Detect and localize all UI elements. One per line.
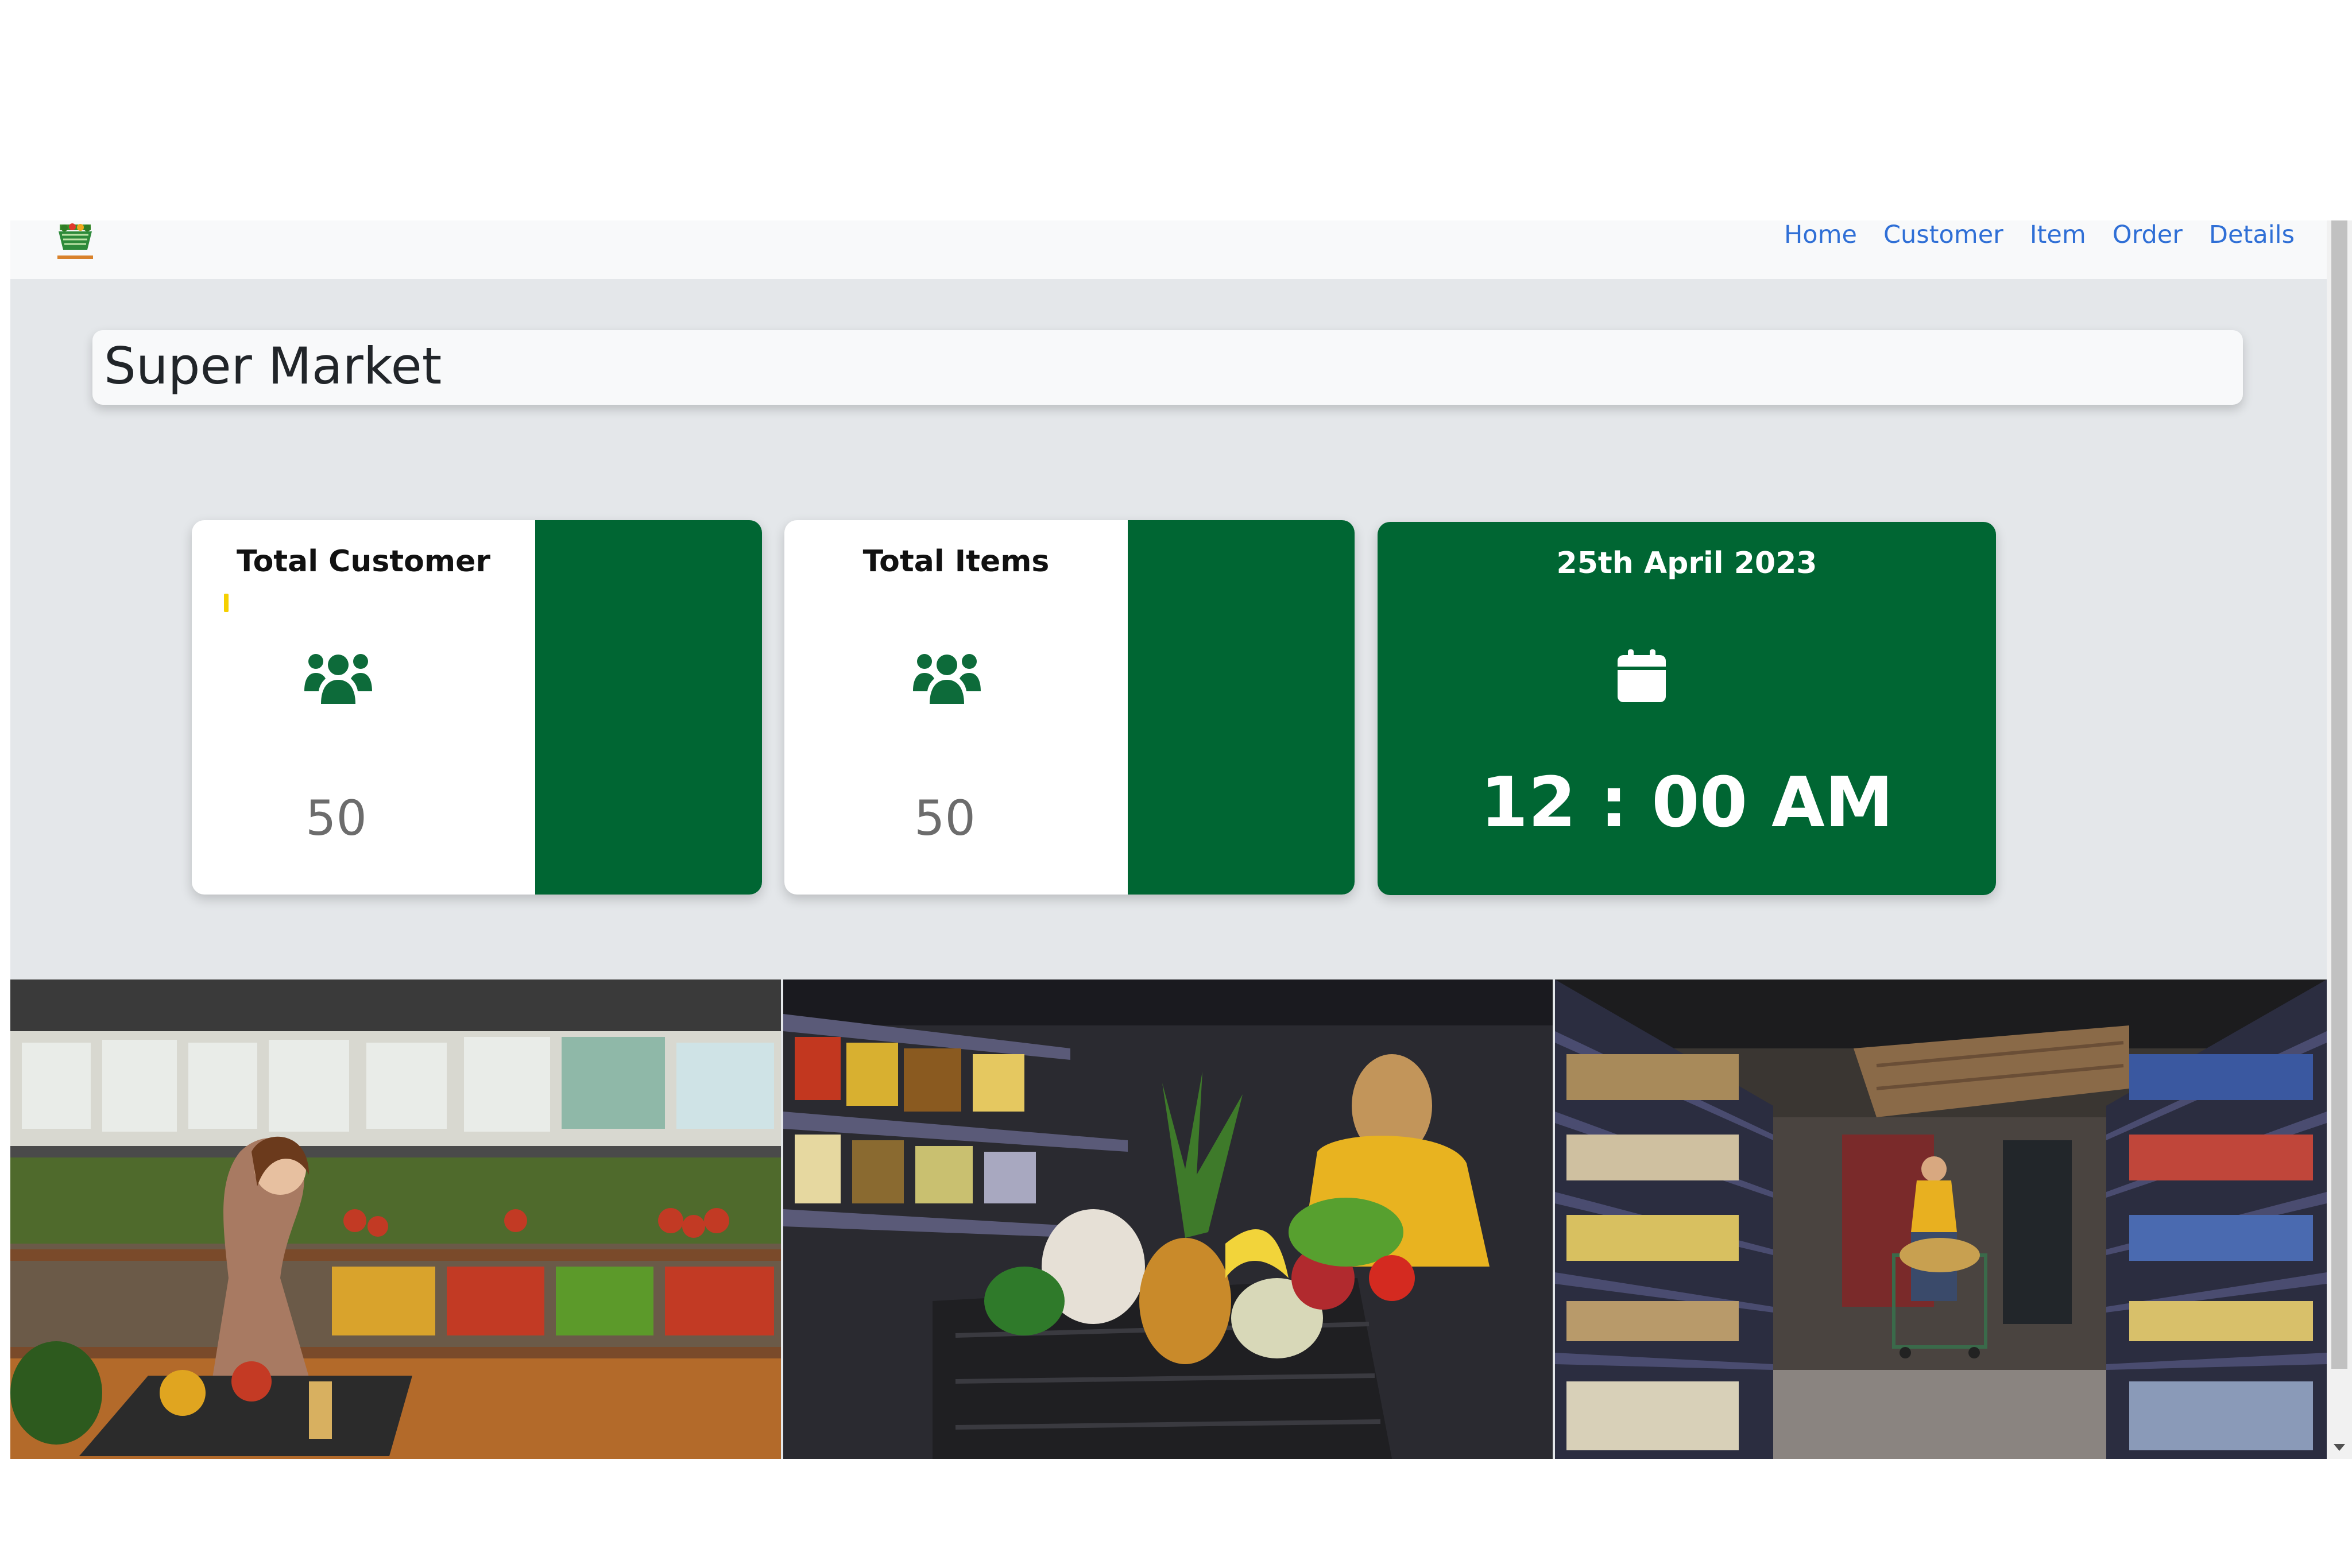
total-customer-card[interactable]: Total Customer 50	[192, 520, 762, 895]
time-label: 12 : 00 AM	[1480, 763, 1894, 843]
date-label: 25th April 2023	[1556, 546, 1817, 580]
users-icon	[913, 650, 981, 706]
card-accent-panel	[535, 520, 762, 895]
supermarket-aisle-photo	[1555, 979, 2327, 1459]
shopping-cart-fruits-photo	[783, 979, 1553, 1459]
indicator-mark	[224, 594, 229, 612]
card-title: Total Items	[862, 544, 1050, 579]
calendar-icon	[1618, 649, 1666, 702]
vertical-scrollbar[interactable]	[2327, 220, 2352, 1459]
nav-item-link[interactable]: Item	[2030, 220, 2086, 249]
card-accent-panel	[1128, 520, 1355, 895]
nav-details-link[interactable]: Details	[2209, 220, 2295, 249]
app-viewport: Home Customer Item Order Details Super M…	[10, 220, 2327, 1459]
woman-shopping-produce-photo	[10, 979, 781, 1459]
card-title: Total Customer	[237, 544, 490, 579]
nav-links: Home Customer Item Order Details	[1784, 220, 2295, 249]
navbar: Home Customer Item Order Details	[10, 220, 2327, 279]
scrollbar-thumb[interactable]	[2331, 220, 2347, 1369]
supermarket-logo[interactable]	[49, 223, 101, 264]
users-icon	[304, 650, 372, 706]
scroll-down-arrow-icon[interactable]	[2334, 1444, 2345, 1451]
title-bar: Super Market	[92, 330, 2243, 405]
datetime-card[interactable]: 25th April 2023 12 : 00 AM	[1378, 522, 1996, 895]
nav-home-link[interactable]: Home	[1784, 220, 1857, 249]
page-title: Super Market	[104, 336, 442, 396]
nav-order-link[interactable]: Order	[2113, 220, 2183, 249]
items-count: 50	[914, 790, 976, 846]
customer-count: 50	[305, 790, 367, 846]
nav-customer-link[interactable]: Customer	[1883, 220, 2003, 249]
total-items-card[interactable]: Total Items 50	[784, 520, 1355, 895]
